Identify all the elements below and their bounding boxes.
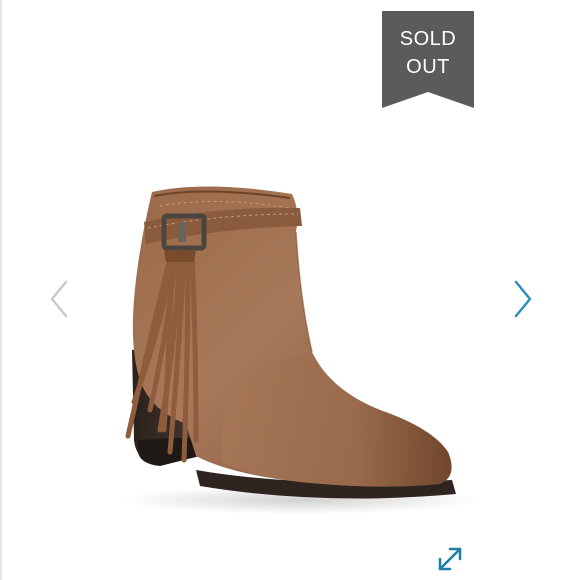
product-image — [120, 186, 480, 514]
sold-out-badge: SOLD OUT — [382, 11, 474, 108]
previous-image-button[interactable] — [44, 276, 74, 322]
expand-diagonal-icon — [438, 547, 462, 571]
badge-line-1: SOLD — [399, 28, 457, 50]
badge-line-2: OUT — [406, 56, 450, 78]
next-image-button[interactable] — [508, 276, 538, 322]
chevron-right-icon — [514, 280, 532, 318]
expand-image-button[interactable] — [434, 543, 466, 575]
chevron-left-icon — [50, 280, 68, 318]
product-image-viewer: SOLD OUT — [0, 0, 580, 580]
